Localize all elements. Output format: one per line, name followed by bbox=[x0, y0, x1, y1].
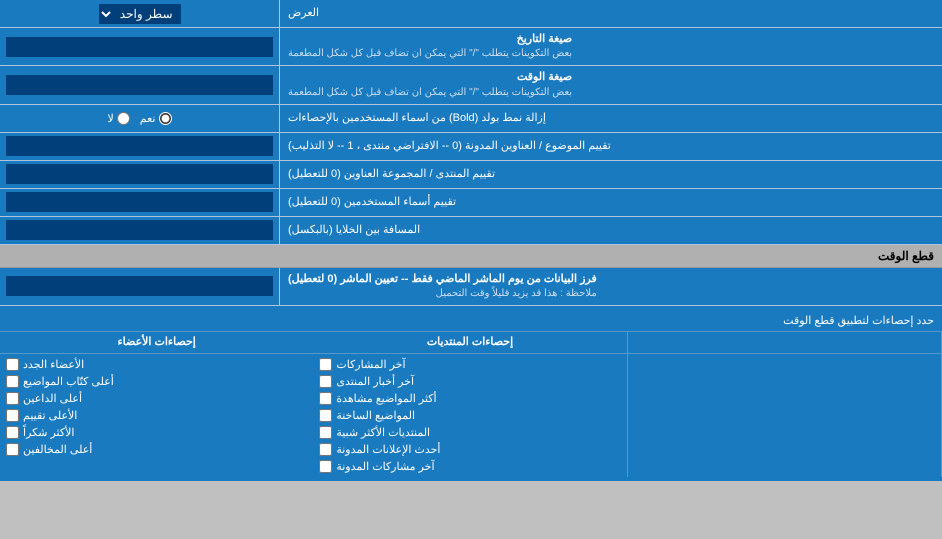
checkbox-most-viewed[interactable] bbox=[319, 392, 332, 405]
label-gap-cells: المسافة بين الخلايا (بالبكسل) bbox=[280, 217, 942, 244]
col-header-forums: إحصاءات المنتديات bbox=[313, 332, 627, 353]
checkbox-top-violators[interactable] bbox=[6, 443, 19, 456]
input-display-mode: سطر واحد سطران ثلاثة أسطر bbox=[0, 0, 280, 27]
text-time-format[interactable]: H:i bbox=[6, 75, 273, 95]
checkbox-most-thanked[interactable] bbox=[6, 426, 19, 439]
checkbox-item: أكثر المواضيع مشاهدة bbox=[319, 390, 620, 407]
input-time-format: H:i bbox=[0, 66, 280, 103]
radio-label-yes[interactable]: نعم bbox=[140, 112, 172, 125]
checkbox-item: أعلى المخالفين bbox=[6, 441, 307, 458]
checkboxes-content: آخر المشاركات آخر أخبار المنتدى أكثر الم… bbox=[0, 354, 942, 477]
label-topic-order: تقييم الموضوع / العناوين المدونة (0 -- ا… bbox=[280, 133, 942, 160]
checkbox-item: أحدث الإعلانات المدونة bbox=[319, 441, 620, 458]
row-time-cut: فرز البيانات من يوم الماشر الماضي فقط --… bbox=[0, 268, 942, 306]
row-time-format: صيغة الوقت بعض التكوينات يتطلب ‎"/"‎ الت… bbox=[0, 66, 942, 104]
text-username-order[interactable]: 0 bbox=[6, 192, 273, 212]
checkbox-blog-posts[interactable] bbox=[319, 460, 332, 473]
select-display-mode[interactable]: سطر واحد سطران ثلاثة أسطر bbox=[99, 4, 181, 24]
checkbox-top-inviters[interactable] bbox=[6, 392, 19, 405]
text-topic-order[interactable]: 33 bbox=[6, 136, 273, 156]
checkbox-item: أعلى كتّاب المواضيع bbox=[6, 373, 307, 390]
row-date-format: صيغة التاريخ بعض التكوينات يتطلب ‎"/"‎ ا… bbox=[0, 28, 942, 66]
input-gap-cells: 2 bbox=[0, 217, 280, 244]
checkbox-item: الأعلى تقييم bbox=[6, 407, 307, 424]
checkbox-item: الأعضاء الجدد bbox=[6, 356, 307, 373]
checkbox-item: المواضيع الساخنة bbox=[319, 407, 620, 424]
checkbox-item: أعلى الداعين bbox=[6, 390, 307, 407]
radio-group-bold: نعم لا bbox=[100, 108, 180, 129]
col-header-empty bbox=[628, 332, 942, 353]
main-container: العرض سطر واحد سطران ثلاثة أسطر صيغة الت… bbox=[0, 0, 942, 481]
checkbox-top-writers[interactable] bbox=[6, 375, 19, 388]
col-header-members: إحصاءات الأعضاء bbox=[0, 332, 313, 353]
checkbox-item: آخر مشاركات المدونة bbox=[319, 458, 620, 475]
label-time-cut: فرز البيانات من يوم الماشر الماضي فقط --… bbox=[280, 268, 942, 305]
col-forums: آخر المشاركات آخر أخبار المنتدى أكثر الم… bbox=[313, 354, 627, 477]
radio-no[interactable] bbox=[117, 112, 130, 125]
checkboxes-section: حدد إحصاءات لتطبيق قطع الوقت إحصاءات الم… bbox=[0, 306, 942, 481]
input-username-order: 0 bbox=[0, 189, 280, 216]
checkbox-forum-news[interactable] bbox=[319, 375, 332, 388]
input-bold-remove: نعم لا bbox=[0, 105, 280, 132]
limit-label: حدد إحصاءات لتطبيق قطع الوقت bbox=[0, 311, 942, 330]
input-date-format: d-m bbox=[0, 28, 280, 65]
checkbox-top-rated[interactable] bbox=[6, 409, 19, 422]
row-forum-order: تقييم المنتدى / المجموعة العناوين (0 للت… bbox=[0, 161, 942, 189]
label-display-mode: العرض bbox=[280, 0, 942, 27]
col-members: الأعضاء الجدد أعلى كتّاب المواضيع أعلى ا… bbox=[0, 354, 313, 477]
input-time-cut: 0 bbox=[0, 268, 280, 305]
checkbox-new-members[interactable] bbox=[6, 358, 19, 371]
checkbox-item: آخر أخبار المنتدى bbox=[319, 373, 620, 390]
label-bold-remove: إزالة نمط بولد (Bold) من اسماء المستخدمي… bbox=[280, 105, 942, 132]
checkboxes-headers: إحصاءات المنتديات إحصاءات الأعضاء bbox=[0, 332, 942, 354]
checkbox-hot-topics[interactable] bbox=[319, 409, 332, 422]
label-username-order: تقييم أسماء المستخدمين (0 للتعطيل) bbox=[280, 189, 942, 216]
checkbox-popular-forums[interactable] bbox=[319, 426, 332, 439]
label-time-format: صيغة الوقت بعض التكوينات يتطلب ‎"/"‎ الت… bbox=[280, 66, 942, 103]
checkbox-item: آخر المشاركات bbox=[319, 356, 620, 373]
row-username-order: تقييم أسماء المستخدمين (0 للتعطيل) 0 bbox=[0, 189, 942, 217]
input-forum-order: 33 bbox=[0, 161, 280, 188]
row-bold-remove: إزالة نمط بولد (Bold) من اسماء المستخدمي… bbox=[0, 105, 942, 133]
radio-label-no[interactable]: لا bbox=[108, 112, 130, 125]
text-gap-cells[interactable]: 2 bbox=[6, 220, 273, 240]
row-topic-order: تقييم الموضوع / العناوين المدونة (0 -- ا… bbox=[0, 133, 942, 161]
input-topic-order: 33 bbox=[0, 133, 280, 160]
col-empty bbox=[628, 354, 942, 477]
label-forum-order: تقييم المنتدى / المجموعة العناوين (0 للت… bbox=[280, 161, 942, 188]
text-forum-order[interactable]: 33 bbox=[6, 164, 273, 184]
text-time-cut[interactable]: 0 bbox=[6, 276, 273, 296]
checkbox-last-posts[interactable] bbox=[319, 358, 332, 371]
checkbox-latest-announcements[interactable] bbox=[319, 443, 332, 456]
section-header-time: قطع الوقت bbox=[0, 245, 942, 268]
radio-yes[interactable] bbox=[159, 112, 172, 125]
text-date-format[interactable]: d-m bbox=[6, 37, 273, 57]
limit-row: حدد إحصاءات لتطبيق قطع الوقت bbox=[0, 310, 942, 332]
label-date-format: صيغة التاريخ بعض التكوينات يتطلب ‎"/"‎ ا… bbox=[280, 28, 942, 65]
row-display-mode: العرض سطر واحد سطران ثلاثة أسطر bbox=[0, 0, 942, 28]
checkbox-item: الأكثر شكراً bbox=[6, 424, 307, 441]
checkbox-item: المنتديات الأكثر شبية bbox=[319, 424, 620, 441]
row-gap-cells: المسافة بين الخلايا (بالبكسل) 2 bbox=[0, 217, 942, 245]
